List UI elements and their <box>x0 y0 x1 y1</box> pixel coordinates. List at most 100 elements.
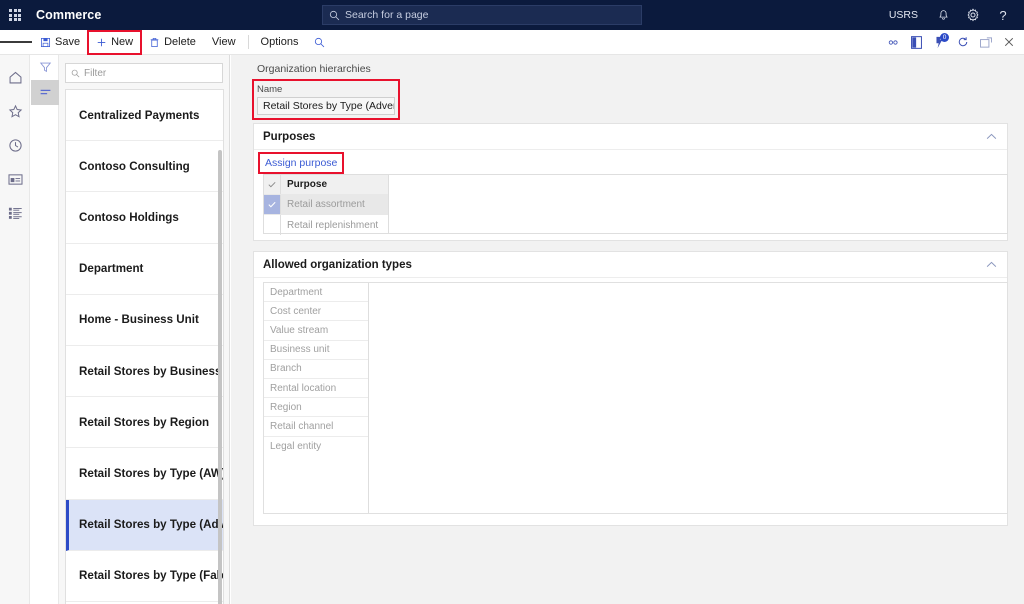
filter-input[interactable]: Filter <box>65 63 223 83</box>
filter-funnel-icon[interactable] <box>31 55 59 80</box>
notifications-icon[interactable]: 0 <box>928 31 951 54</box>
allowed-org-type-row[interactable]: Business unit <box>264 341 368 360</box>
allowed-org-type-label: Cost center <box>270 305 322 317</box>
save-label: Save <box>55 36 81 48</box>
app-title: Commerce <box>36 8 102 22</box>
new-label: New <box>111 36 134 48</box>
gear-icon[interactable] <box>958 0 988 30</box>
trash-icon <box>150 37 159 47</box>
command-search-button[interactable] <box>308 33 331 52</box>
options-label: Options <box>260 36 299 48</box>
allowed-org-types-header: Allowed organization types <box>254 252 1007 278</box>
allowed-org-type-row[interactable]: Value stream <box>264 321 368 341</box>
options-button[interactable]: Options <box>255 33 305 52</box>
top-navigation-bar: Commerce Search for a page USRS ? <box>0 0 1024 30</box>
purposes-section: Purposes Assign purpose Purpose Retail a… <box>253 123 1008 241</box>
allowed-org-types-title: Allowed organization types <box>263 258 412 271</box>
list-item[interactable]: Retail Stores by Type (AW) <box>66 448 223 500</box>
list-scrollbar[interactable] <box>218 150 222 604</box>
left-icon-rail <box>0 55 30 604</box>
home-icon[interactable] <box>0 60 30 94</box>
allowed-org-type-row[interactable]: Rental location <box>264 379 368 399</box>
purposes-row-label: Retail assortment <box>287 199 365 210</box>
allowed-org-type-label: Department <box>270 286 323 298</box>
name-input[interactable]: Retail Stores by Type (Adventur... <box>257 97 395 115</box>
refresh-icon[interactable] <box>951 31 974 54</box>
allowed-org-type-row[interactable]: Branch <box>264 360 368 379</box>
help-icon[interactable]: ? <box>988 0 1018 30</box>
purposes-grid-row[interactable]: Retail assortment <box>264 195 388 215</box>
purposes-grid-left-column: Purpose Retail assortment Retail repleni… <box>264 175 389 235</box>
checkmark-icon[interactable] <box>264 195 281 214</box>
purposes-header: Purposes <box>254 124 1007 150</box>
checkbox-empty-icon[interactable] <box>264 215 281 235</box>
purposes-grid-row[interactable]: Retail replenishment <box>264 215 388 235</box>
filter-placeholder: Filter <box>84 67 107 79</box>
list-item[interactable]: Retail Stores by Business Unit <box>66 346 223 398</box>
list-item-selected[interactable]: Retail Stores by Type (Advent <box>66 499 223 551</box>
allowed-org-type-row[interactable]: Legal entity <box>264 437 368 456</box>
command-bar-divider <box>247 35 249 49</box>
purposes-grid-empty-area <box>389 175 1007 233</box>
list-item[interactable]: Centralized Payments <box>66 90 223 142</box>
command-bar: Save New Delete View Options 0 <box>0 29 1024 55</box>
name-label: Name <box>257 84 283 95</box>
favorites-star-icon[interactable] <box>0 94 30 128</box>
workspaces-icon[interactable] <box>0 162 30 196</box>
chevron-up-icon[interactable] <box>986 261 997 268</box>
list-item[interactable]: Retail Stores by Region <box>66 397 223 449</box>
purposes-row-label: Retail replenishment <box>287 219 379 231</box>
view-button[interactable]: View <box>206 33 242 52</box>
allowed-org-type-label: Branch <box>270 363 302 375</box>
allowed-org-type-row[interactable]: Department <box>264 283 368 303</box>
list-item[interactable]: Department <box>66 244 223 295</box>
purposes-actions: Assign purpose <box>254 150 1007 176</box>
list-item[interactable]: Contoso Holdings <box>66 192 223 244</box>
main-content: Organization hierarchies Name Retail Sto… <box>231 55 1024 604</box>
list-item[interactable]: Retail Stores by Type (Fabrik.. <box>66 551 223 602</box>
allowed-org-types-empty-area <box>369 283 1007 513</box>
new-button[interactable]: New <box>87 29 143 55</box>
link-icon[interactable] <box>882 31 905 54</box>
office-app-icon[interactable] <box>905 31 928 54</box>
modules-list-icon[interactable] <box>0 196 30 230</box>
allowed-org-type-label: Rental location <box>270 382 337 394</box>
command-bar-right-actions: 0 <box>882 31 1024 54</box>
records-list-pane: Filter Centralized Payments Contoso Cons… <box>59 55 230 604</box>
allowed-org-type-label: Region <box>270 401 302 413</box>
search-icon <box>71 69 80 77</box>
allowed-org-type-row[interactable]: Retail channel <box>264 417 368 437</box>
popout-icon[interactable] <box>974 31 997 54</box>
search-icon <box>315 37 325 47</box>
assign-purpose-link[interactable]: Assign purpose <box>257 152 345 174</box>
company-selector[interactable]: USRS <box>879 9 928 21</box>
view-label: View <box>211 36 236 48</box>
app-launcher-icon[interactable] <box>0 0 30 30</box>
allowed-org-type-row[interactable]: Cost center <box>264 302 368 322</box>
delete-label: Delete <box>164 36 196 48</box>
checkmark-icon <box>264 175 281 194</box>
breadcrumb: Organization hierarchies <box>257 63 371 75</box>
filter-strip <box>31 55 59 604</box>
top-right-actions: USRS ? <box>879 0 1018 30</box>
list-lines-icon[interactable] <box>31 80 59 105</box>
close-icon[interactable] <box>997 31 1020 54</box>
recent-clock-icon[interactable] <box>0 128 30 162</box>
global-search-placeholder: Search for a page <box>345 9 429 21</box>
chevron-up-icon[interactable] <box>986 133 997 140</box>
list-item[interactable]: Contoso Consulting <box>66 141 223 193</box>
purposes-column-header: Purpose <box>287 179 328 190</box>
allowed-org-type-label: Value stream <box>270 324 329 336</box>
save-button[interactable]: Save <box>34 33 86 52</box>
allowed-org-type-row[interactable]: Region <box>264 398 368 418</box>
delete-button[interactable]: Delete <box>143 33 202 52</box>
purposes-title: Purposes <box>263 130 316 143</box>
global-search-input[interactable]: Search for a page <box>322 5 642 25</box>
notification-badge: 0 <box>940 32 949 42</box>
hamburger-icon[interactable] <box>0 30 33 55</box>
records-list: Centralized Payments Contoso Consulting … <box>65 89 224 604</box>
allowed-org-types-grid: Department Cost center Value stream Busi… <box>263 282 1008 514</box>
plus-icon <box>97 38 106 46</box>
list-item[interactable]: Home - Business Unit <box>66 295 223 346</box>
bell-icon[interactable] <box>928 0 958 30</box>
